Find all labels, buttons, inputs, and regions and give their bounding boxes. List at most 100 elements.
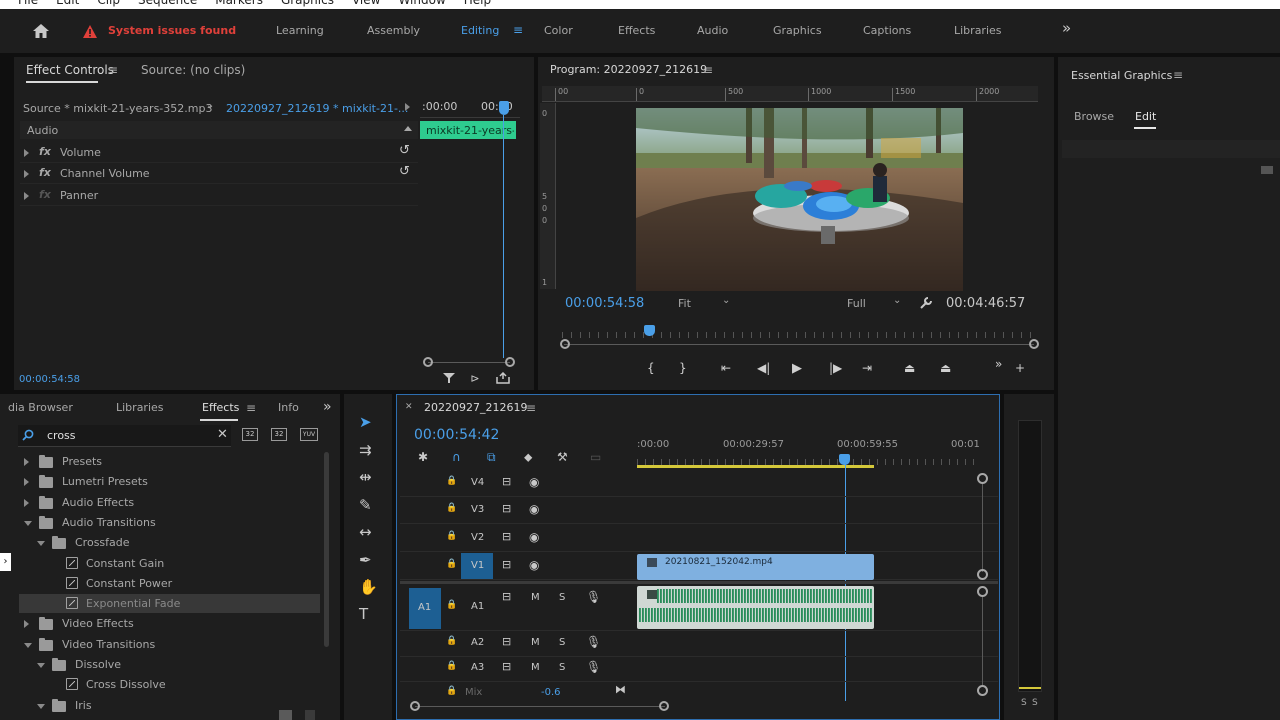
lock-icon[interactable]: 🔒	[446, 559, 457, 569]
solo-button[interactable]: S	[559, 592, 565, 603]
workspace-effects[interactable]: Effects	[618, 24, 655, 37]
sequence-clip-label[interactable]: 20220927_212619 * mixkit-21-...	[226, 102, 408, 115]
collapse-up-icon[interactable]	[404, 126, 412, 131]
fx-toggle-icon[interactable]: fx	[39, 188, 51, 201]
panel-overflow-icon[interactable]: »	[323, 399, 332, 415]
sequence-menu-icon[interactable]: ≡	[526, 401, 536, 415]
lock-icon[interactable]: 🔒	[446, 600, 457, 610]
step-back-icon[interactable]: ◀|	[757, 361, 770, 375]
menu-sequence[interactable]: Sequence	[138, 0, 197, 7]
ec-effect-panner[interactable]: Panner	[60, 189, 98, 202]
left-edge-tab[interactable]: ›	[0, 553, 11, 571]
sync-lock-icon[interactable]: ⊟	[502, 475, 511, 488]
menu-file[interactable]: File	[18, 0, 38, 7]
clear-search-icon[interactable]: ✕	[217, 427, 228, 442]
tree-item-crossfade[interactable]: Crossfade	[75, 536, 130, 549]
mute-button[interactable]: M	[531, 662, 540, 673]
ec-effect-channel-volume[interactable]: Channel Volume	[60, 167, 150, 180]
tree-item-audio-transitions[interactable]: Audio Transitions	[62, 516, 156, 529]
lock-icon[interactable]: 🔒	[446, 476, 457, 486]
track-label-a1[interactable]: A1	[471, 601, 484, 612]
panel-menu-icon[interactable]: ≡	[108, 63, 118, 77]
more-controls-icon[interactable]: »	[995, 357, 1002, 371]
step-forward-icon[interactable]: |▶	[829, 361, 842, 375]
chevron-down-icon[interactable]	[37, 541, 45, 547]
tree-item-audio-effects[interactable]: Audio Effects	[62, 496, 134, 509]
sequence-tab[interactable]: 20220927_212619	[424, 401, 527, 414]
eye-icon[interactable]: ◉	[529, 475, 539, 489]
eye-icon[interactable]: ◉	[529, 558, 539, 572]
timeline-vscroll-mid[interactable]	[977, 569, 988, 580]
lock-icon[interactable]: 🔒	[446, 531, 457, 541]
ec-scroll-handle-left[interactable]	[423, 357, 433, 367]
essential-graphics-title[interactable]: Essential Graphics	[1071, 69, 1172, 82]
ec-playhead-marker[interactable]	[499, 101, 509, 115]
menu-graphics[interactable]: Graphics	[281, 0, 334, 7]
chevron-right-icon[interactable]	[24, 478, 29, 487]
chevron-down-icon[interactable]: ⌄	[206, 100, 214, 111]
sync-lock-icon[interactable]: ⊟	[502, 635, 511, 648]
track-label-v2[interactable]: V2	[471, 532, 484, 543]
ripple-edit-tool-icon[interactable]: ⇹	[359, 468, 372, 486]
ec-timecode[interactable]: 00:00:54:58	[19, 374, 80, 385]
timeline-vscroll-bar[interactable]	[982, 484, 983, 572]
solo-button[interactable]: S	[559, 662, 565, 673]
captions-icon[interactable]: ▭	[590, 450, 601, 464]
meter-solo-right[interactable]: S	[1032, 698, 1038, 708]
effects-tab-menu-icon[interactable]: ≡	[246, 401, 256, 415]
solo-button[interactable]: S	[559, 637, 565, 648]
audio-clip[interactable]	[637, 586, 874, 629]
chevron-down-icon[interactable]	[37, 703, 45, 709]
lock-icon[interactable]: 🔒	[446, 636, 457, 646]
program-scrub-handle-right[interactable]	[1029, 339, 1039, 349]
workspace-color[interactable]: Color	[544, 24, 573, 37]
close-sequence-icon[interactable]: ✕	[405, 402, 413, 412]
program-scrub-bar[interactable]	[564, 344, 1034, 345]
wrench-icon[interactable]	[917, 295, 935, 311]
nest-icon[interactable]: ✱	[418, 450, 428, 464]
video-audio-divider[interactable]	[400, 581, 998, 584]
program-menu-icon[interactable]: ≡	[703, 63, 713, 77]
mark-out-icon[interactable]: }	[679, 361, 687, 375]
video-clip[interactable]: 20210821_152042.mp4	[637, 554, 874, 580]
tree-item-cross-dissolve[interactable]: Cross Dissolve	[86, 678, 166, 691]
mute-button[interactable]: M	[531, 637, 540, 648]
timeline-vscroll-bar-a[interactable]	[982, 597, 983, 685]
go-to-in-icon[interactable]: ⇤	[721, 361, 731, 375]
timeline-settings-wrench-icon[interactable]: ⚒	[557, 450, 568, 464]
program-current-time[interactable]: 00:00:54:58	[565, 296, 644, 311]
chevron-right-icon[interactable]	[24, 498, 29, 507]
lock-icon[interactable]: 🔒	[446, 661, 457, 671]
program-playhead-marker[interactable]	[644, 325, 655, 336]
chevron-right-icon[interactable]	[24, 458, 29, 466]
microphone-icon[interactable]: 🎙	[586, 660, 601, 674]
work-area-bar[interactable]	[637, 465, 874, 468]
sync-lock-icon[interactable]: ⊟	[502, 530, 511, 543]
timeline-playhead-marker[interactable]	[839, 454, 850, 465]
go-to-out-icon[interactable]: ⇥	[862, 361, 872, 375]
yuv-effects-icon[interactable]: YUV	[300, 428, 318, 441]
menu-window[interactable]: Window	[398, 0, 445, 7]
timeline-hscroll-left[interactable]	[410, 701, 420, 711]
meter-solo-left[interactable]: S	[1021, 698, 1027, 708]
new-bin-icon[interactable]	[279, 710, 292, 720]
trash-icon[interactable]	[305, 710, 315, 720]
add-button-icon[interactable]: +	[1015, 361, 1025, 375]
play-arrow-icon[interactable]	[405, 103, 410, 111]
fx-toggle-icon[interactable]: fx	[39, 166, 51, 179]
search-input[interactable]: cross	[47, 429, 76, 442]
program-fit-dropdown[interactable]: Fit	[678, 297, 691, 310]
extract-icon[interactable]: ⏏	[940, 361, 951, 375]
selection-tool-icon[interactable]: ➤	[359, 413, 372, 431]
sync-lock-icon[interactable]: ⊟	[502, 558, 511, 571]
expand-arrow-icon[interactable]	[24, 192, 29, 200]
track-label-a3[interactable]: A3	[471, 662, 484, 673]
chevron-down-icon[interactable]: ⌄	[722, 295, 730, 306]
reset-icon[interactable]: ↺	[399, 143, 410, 158]
chevron-down-icon[interactable]: ⌄	[893, 295, 901, 306]
go-to-end-icon[interactable]: ⧓	[615, 683, 626, 696]
workspace-audio[interactable]: Audio	[697, 24, 728, 37]
workspace-learning[interactable]: Learning	[276, 24, 324, 37]
tab-info[interactable]: Info	[278, 401, 299, 414]
menu-help[interactable]: Help	[464, 0, 491, 7]
